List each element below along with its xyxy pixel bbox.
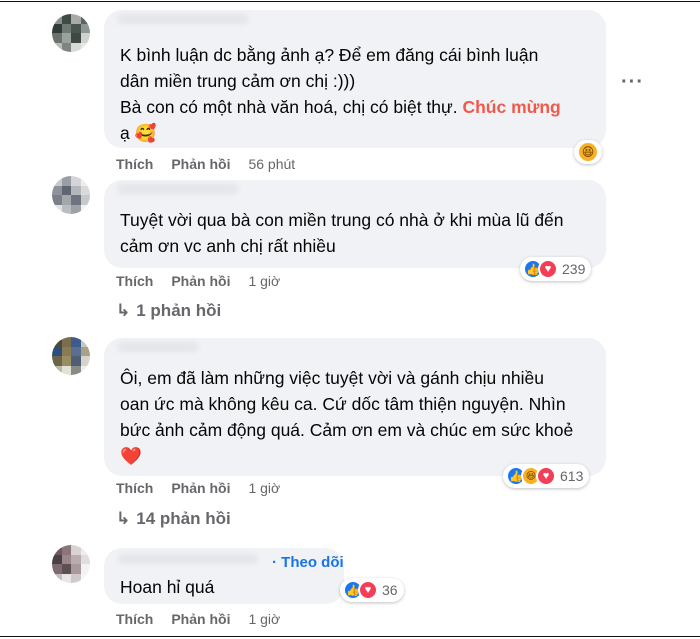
frame-bottom-border [0,636,700,637]
timestamp[interactable]: 56 phút [248,156,295,172]
reaction-count: 36 [382,582,398,598]
view-replies-link[interactable]: ↳ 1 phản hồi [116,301,221,321]
haha-icon: 😆 [577,141,599,163]
comment-actions: Thích Phản hồi 1 giờ [116,273,298,289]
more-options-icon[interactable]: ··· [621,71,644,94]
comment-bubble: K bình luận dc bằng ảnh ạ? Để em đăng cá… [104,10,606,148]
reaction-count: 239 [562,261,586,277]
love-icon: ♥ [538,259,558,279]
comment-bubble: · Theo dõi Hoan hỉ quá [104,548,344,604]
reply-arrow-icon: ↳ [116,301,131,320]
avatar[interactable] [52,176,90,214]
author-name-blurred [118,14,248,24]
author-name-blurred [118,342,198,352]
reaction-badge[interactable]: 👍 ♥ 239 [520,257,592,281]
author-name-blurred [118,554,258,564]
reaction-badge[interactable]: 👍 ♥ 36 [340,578,404,602]
like-action[interactable]: Thích [116,611,153,627]
timestamp[interactable]: 1 giờ [248,611,280,627]
heart-emoji: ❤️ [120,446,142,466]
like-action[interactable]: Thích [116,156,153,172]
reply-action[interactable]: Phản hồi [171,611,230,627]
comment-text: Tuyệt vời qua bà con miền trung có nhà ở… [120,210,564,256]
highlight-text: Chúc mừng [462,97,561,117]
author-name-blurred [118,184,238,194]
comment-actions: Thích Phản hồi 1 giờ [116,611,298,627]
love-icon: ♥ [358,580,378,600]
reply-action[interactable]: Phản hồi [171,480,230,496]
comment-bubble: Tuyệt vời qua bà con miền trung có nhà ở… [104,180,606,268]
timestamp[interactable]: 1 giờ [248,480,280,496]
like-action[interactable]: Thích [116,273,153,289]
love-icon: ♥ [536,466,556,486]
avatar[interactable] [52,337,90,375]
reaction-badge[interactable]: 👍 😆 ♥ 613 [503,464,590,488]
comment-text: Hoan hỉ quá [120,577,215,597]
avatar[interactable] [52,545,90,583]
comment-text: Ôi, em đã làm những việc tuyệt vời và gá… [120,365,573,469]
reply-action[interactable]: Phản hồi [171,156,230,172]
timestamp[interactable]: 1 giờ [248,273,280,289]
view-replies-link[interactable]: ↳ 14 phản hồi [116,509,231,529]
comment-text: K bình luận dc bằng ảnh ạ? Để em đăng cá… [120,45,561,143]
comment-bubble: Ôi, em đã làm những việc tuyệt vời và gá… [104,338,606,476]
reply-action[interactable]: Phản hồi [171,273,230,289]
frame-top-border [0,1,700,2]
reaction-count: 613 [560,468,584,484]
reply-arrow-icon: ↳ [116,509,131,528]
follow-button[interactable]: · Theo dõi [272,554,344,571]
comment-actions: Thích Phản hồi 56 phút [116,156,313,172]
reaction-badge[interactable]: 😆 [574,140,602,164]
comment-actions: Thích Phản hồi 1 giờ [116,480,298,496]
avatar[interactable] [52,14,90,52]
like-action[interactable]: Thích [116,480,153,496]
